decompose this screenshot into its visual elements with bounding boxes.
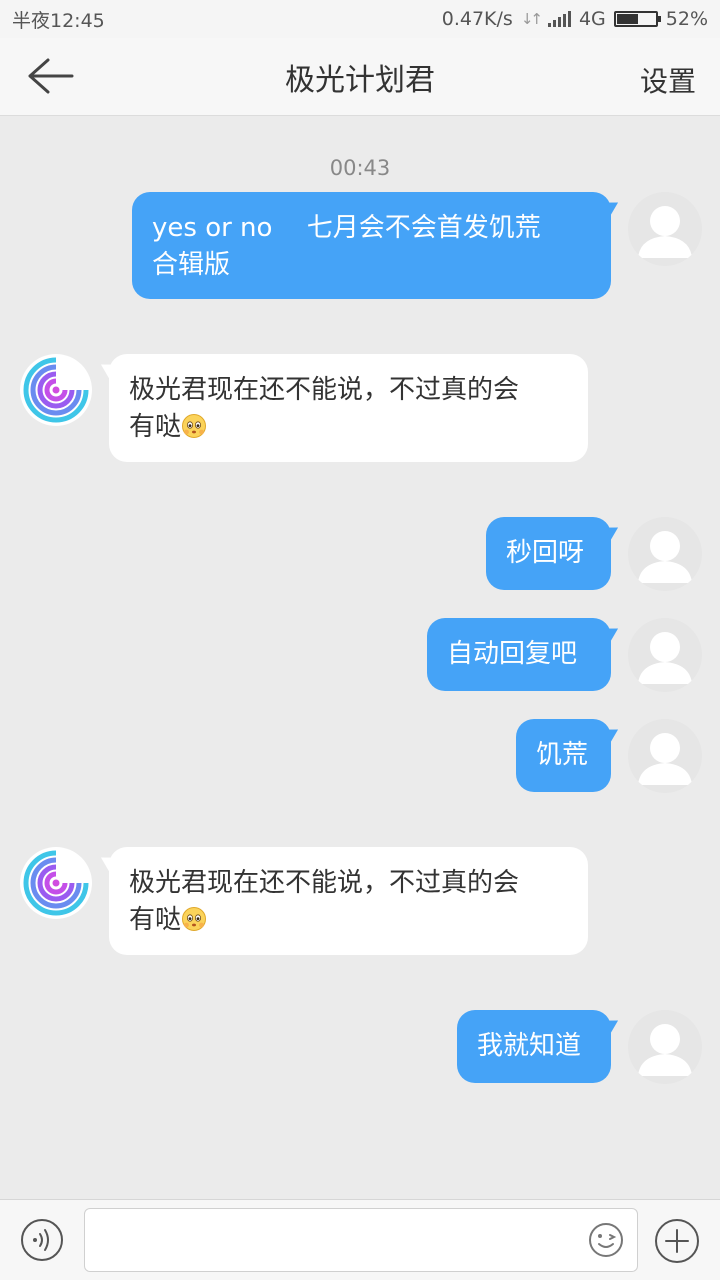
message-bubble[interactable]: 我就知道	[457, 1010, 611, 1083]
bot-avatar[interactable]	[20, 847, 92, 919]
message-input[interactable]	[84, 1208, 638, 1272]
signal-icon	[547, 11, 571, 27]
message-text: 我就知道	[477, 1031, 582, 1061]
network-type: 4G	[578, 8, 606, 30]
default-person-icon	[638, 531, 692, 583]
chat-header: 极光计划君 设置	[0, 38, 720, 116]
battery-icon	[613, 11, 661, 27]
voice-icon[interactable]	[20, 1218, 64, 1262]
blushing-emoji-icon	[182, 414, 207, 438]
user-avatar[interactable]	[628, 192, 702, 266]
status-indicators: 0.47K/s ↓↑ 4G 52%	[442, 8, 708, 30]
blushing-emoji-icon	[182, 907, 207, 931]
data-transfer-icon: ↓↑	[520, 10, 543, 28]
settings-button[interactable]: 设置	[640, 60, 696, 100]
message-text: yes or no 七月会不会首发饥荒	[152, 213, 541, 243]
bot-avatar[interactable]	[20, 354, 92, 426]
page-title: 极光计划君	[285, 62, 435, 98]
message-bubble[interactable]: 极光君现在还不能说，不过真的会 有哒	[109, 847, 588, 955]
default-person-icon	[638, 206, 692, 258]
message-text: 自动回复吧	[447, 639, 578, 669]
message-text: 秒回呀	[506, 538, 585, 568]
status-bar: 半夜12:45 0.47K/s ↓↑ 4G 52%	[0, 0, 720, 38]
smiley-icon[interactable]	[588, 1222, 624, 1258]
message-text: 有哒	[129, 412, 182, 442]
back-arrow-icon[interactable]	[22, 54, 78, 98]
message-bubble[interactable]: 极光君现在还不能说，不过真的会 有哒	[109, 354, 588, 462]
user-avatar[interactable]	[628, 1010, 702, 1084]
user-avatar[interactable]	[628, 517, 702, 591]
message-text: 饥荒	[536, 740, 589, 770]
message-bubble[interactable]: 秒回呀	[486, 517, 611, 590]
message-text: 极光君现在还不能说，不过真的会	[129, 868, 520, 898]
network-speed: 0.47K/s	[441, 8, 513, 30]
message-text: 极光君现在还不能说，不过真的会	[129, 375, 520, 405]
battery-level: 52%	[665, 8, 708, 30]
chat-message-list[interactable]: 00:43 yes or no 七月会不会首发饥荒 合辑版 极光君现在还不能说，…	[0, 116, 720, 1199]
message-text: 合辑版	[152, 250, 231, 280]
message-bubble[interactable]: 自动回复吧	[427, 618, 611, 691]
message-bubble[interactable]: 饥荒	[516, 719, 611, 792]
default-person-icon	[638, 733, 692, 785]
user-avatar[interactable]	[628, 618, 702, 692]
message-text: 有哒	[129, 905, 182, 935]
aurora-logo-icon	[22, 849, 90, 917]
default-person-icon	[638, 632, 692, 684]
user-avatar[interactable]	[628, 719, 702, 793]
message-bubble[interactable]: yes or no 七月会不会首发饥荒 合辑版	[132, 192, 611, 299]
default-person-icon	[638, 1024, 692, 1076]
message-input-bar	[0, 1199, 720, 1280]
aurora-logo-icon	[22, 356, 90, 424]
message-timestamp: 00:43	[329, 156, 391, 180]
plus-icon[interactable]	[654, 1218, 700, 1264]
status-time: 半夜12:45	[12, 9, 105, 32]
